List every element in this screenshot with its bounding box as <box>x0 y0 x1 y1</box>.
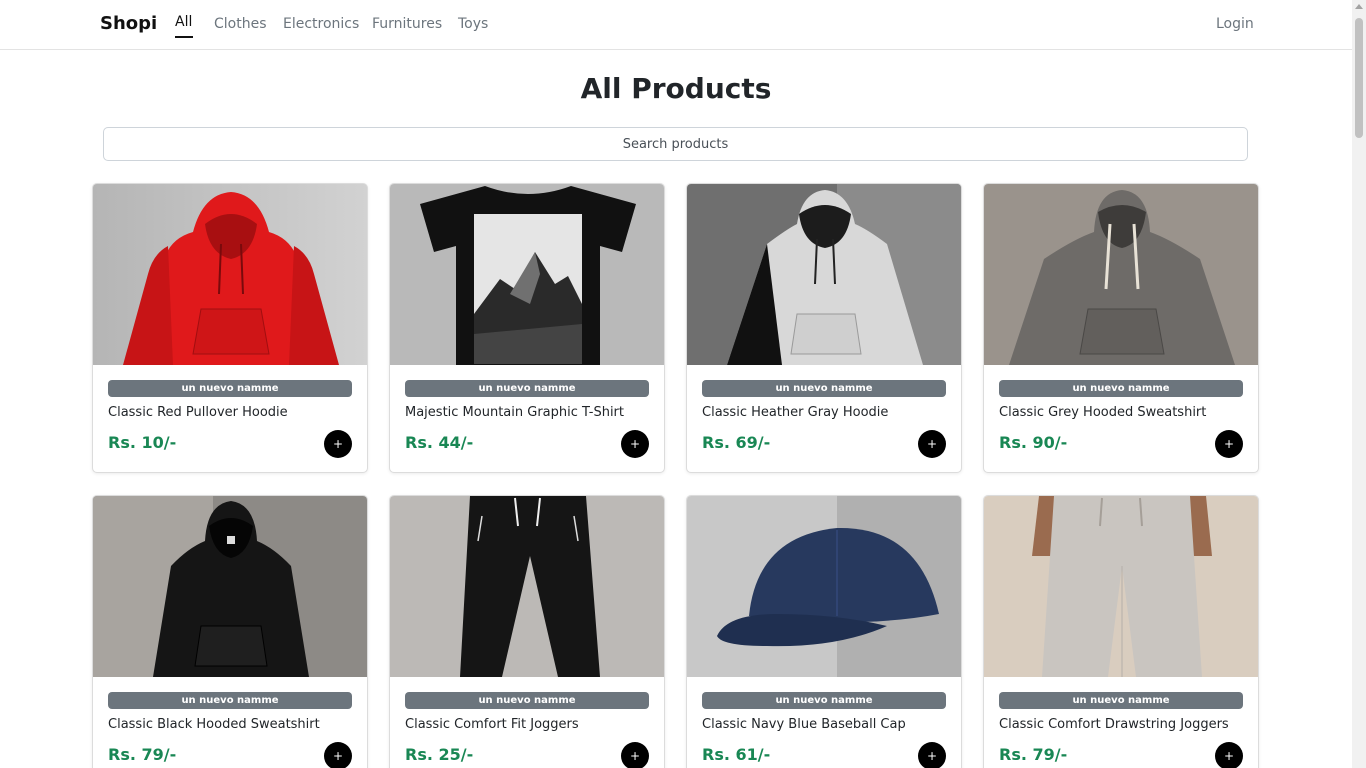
product-name[interactable]: Classic Navy Blue Baseball Cap <box>702 717 906 732</box>
nav-link-clothes[interactable]: Clothes <box>214 16 267 32</box>
product-price: Rs. 90/- <box>999 433 1068 452</box>
add-to-cart-button[interactable]: + <box>621 742 649 768</box>
category-badge: un nuevo namme <box>999 380 1243 397</box>
black-joggers-image-icon <box>390 496 664 677</box>
page-scrollbar[interactable] <box>1352 0 1366 768</box>
product-name[interactable]: Classic Grey Hooded Sweatshirt <box>999 405 1206 420</box>
product-price: Rs. 69/- <box>702 433 771 452</box>
add-to-cart-button[interactable]: + <box>621 430 649 458</box>
product-price: Rs. 44/- <box>405 433 474 452</box>
product-name[interactable]: Classic Comfort Drawstring Joggers <box>999 717 1229 732</box>
brand-logo[interactable]: Shopi <box>100 13 157 34</box>
nav-link-furnitures[interactable]: Furnitures <box>372 16 442 32</box>
product-price: Rs. 79/- <box>999 745 1068 764</box>
product-name[interactable]: Classic Heather Gray Hoodie <box>702 405 888 420</box>
product-image-beige-joggers[interactable] <box>984 496 1258 677</box>
product-name[interactable]: Classic Black Hooded Sweatshirt <box>108 717 320 732</box>
beige-joggers-image-icon <box>984 496 1258 677</box>
category-badge: un nuevo namme <box>108 692 352 709</box>
product-card[interactable]: un nuevo namme Classic Grey Hooded Sweat… <box>983 183 1259 473</box>
product-image-black-hoodie[interactable] <box>93 496 367 677</box>
product-card[interactable]: un nuevo namme Classic Comfort Fit Jogge… <box>389 495 665 768</box>
add-to-cart-button[interactable]: + <box>918 742 946 768</box>
product-image-grey-sweatshirt[interactable] <box>984 184 1258 365</box>
add-to-cart-button[interactable]: + <box>324 742 352 768</box>
product-price: Rs. 79/- <box>108 745 177 764</box>
scrollbar-thumb[interactable] <box>1355 18 1363 138</box>
scroll-up-icon[interactable] <box>1355 4 1363 9</box>
product-price: Rs. 61/- <box>702 745 771 764</box>
black-hoodie-image-icon <box>93 496 367 677</box>
category-badge: un nuevo namme <box>405 692 649 709</box>
product-price: Rs. 25/- <box>405 745 474 764</box>
product-image-red-hoodie[interactable] <box>93 184 367 365</box>
navy-cap-image-icon <box>687 496 961 677</box>
product-image-gray-hoodie[interactable] <box>687 184 961 365</box>
product-card[interactable]: un nuevo namme Classic Comfort Drawstrin… <box>983 495 1259 768</box>
category-badge: un nuevo namme <box>108 380 352 397</box>
product-card[interactable]: un nuevo namme Classic Black Hooded Swea… <box>92 495 368 768</box>
product-price: Rs. 10/- <box>108 433 177 452</box>
category-badge: un nuevo namme <box>405 380 649 397</box>
nav-link-all[interactable]: All <box>175 14 192 30</box>
active-tab-underline <box>175 36 193 38</box>
category-badge: un nuevo namme <box>702 380 946 397</box>
gray-hoodie-image-icon <box>687 184 961 365</box>
nav-link-electronics[interactable]: Electronics <box>283 16 359 32</box>
category-badge: un nuevo namme <box>999 692 1243 709</box>
product-card[interactable]: un nuevo namme Classic Heather Gray Hood… <box>686 183 962 473</box>
product-image-navy-cap[interactable] <box>687 496 961 677</box>
add-to-cart-button[interactable]: + <box>324 430 352 458</box>
navbar: Shopi All Clothes Electronics Furnitures… <box>0 0 1352 50</box>
category-badge: un nuevo namme <box>702 692 946 709</box>
product-card[interactable]: un nuevo namme Classic Navy Blue Basebal… <box>686 495 962 768</box>
product-grid: un nuevo namme Classic Red Pullover Hood… <box>92 183 1259 768</box>
red-hoodie-image-icon <box>93 184 367 365</box>
page-title: All Products <box>580 72 772 105</box>
nav-link-toys[interactable]: Toys <box>458 16 488 32</box>
add-to-cart-button[interactable]: + <box>918 430 946 458</box>
product-name[interactable]: Classic Comfort Fit Joggers <box>405 717 579 732</box>
product-card[interactable]: un nuevo namme Majestic Mountain Graphic… <box>389 183 665 473</box>
add-to-cart-button[interactable]: + <box>1215 742 1243 768</box>
grey-sweatshirt-image-icon <box>984 184 1258 365</box>
add-to-cart-button[interactable]: + <box>1215 430 1243 458</box>
product-name[interactable]: Classic Red Pullover Hoodie <box>108 405 288 420</box>
login-link[interactable]: Login <box>1216 16 1254 32</box>
product-image-mountain-tshirt[interactable] <box>390 184 664 365</box>
product-card[interactable]: un nuevo namme Classic Red Pullover Hood… <box>92 183 368 473</box>
product-image-black-joggers[interactable] <box>390 496 664 677</box>
search-input[interactable] <box>103 127 1248 161</box>
mountain-tshirt-image-icon <box>390 184 664 365</box>
product-name[interactable]: Majestic Mountain Graphic T-Shirt <box>405 405 624 420</box>
